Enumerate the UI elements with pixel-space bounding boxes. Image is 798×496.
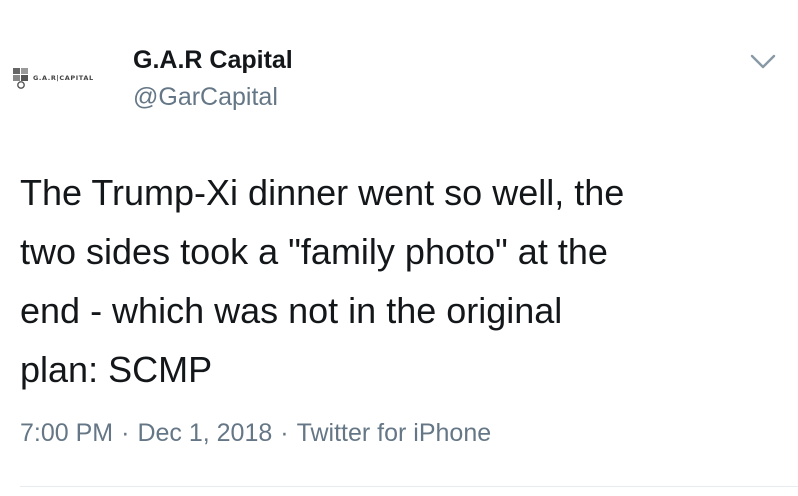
author-display-name[interactable]: G.A.R Capital bbox=[133, 46, 293, 75]
tweet-text-line: two sides took a "family photo" at the bbox=[20, 231, 608, 272]
tweet-text-line: end - which was not in the original bbox=[20, 290, 563, 331]
tweet-time[interactable]: 7:00 PM bbox=[20, 419, 113, 447]
chevron-down-icon[interactable] bbox=[749, 52, 777, 72]
divider bbox=[20, 486, 798, 487]
avatar-logo-text: G.A.R|CAPITAL bbox=[33, 74, 94, 82]
author-handle[interactable]: @GarCapital bbox=[133, 83, 278, 112]
gar-capital-logo-icon bbox=[13, 68, 28, 89]
tweet-text-line: The Trump-Xi dinner went so well, the bbox=[20, 172, 625, 213]
tweet-text: The Trump-Xi dinner went so well, the tw… bbox=[20, 163, 760, 399]
avatar[interactable]: G.A.R|CAPITAL bbox=[12, 60, 122, 96]
tweet-date[interactable]: Dec 1, 2018 bbox=[137, 419, 272, 447]
tweet-text-line: plan: SCMP bbox=[20, 349, 213, 390]
meta-separator: · bbox=[280, 419, 289, 447]
tweet-source[interactable]: Twitter for iPhone bbox=[297, 419, 492, 447]
tweet-card: G.A.R|CAPITAL G.A.R Capital @GarCapital … bbox=[0, 0, 798, 496]
tweet-meta: 7:00 PM · Dec 1, 2018 · Twitter for iPhone bbox=[20, 419, 491, 448]
meta-separator: · bbox=[121, 419, 130, 447]
